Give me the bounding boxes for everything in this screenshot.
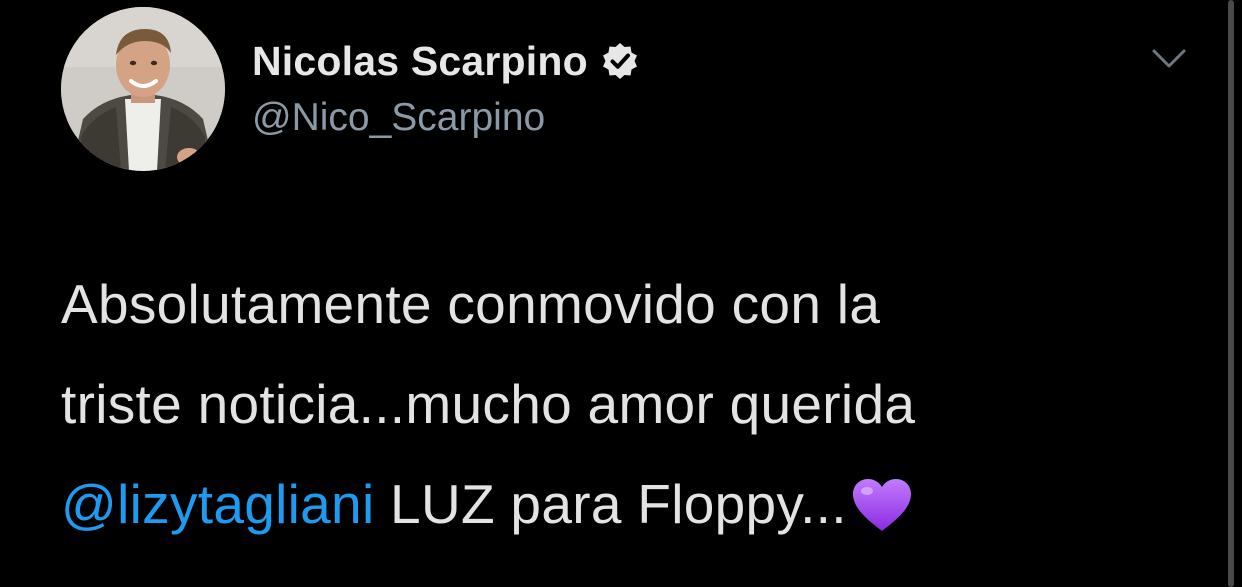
- avatar[interactable]: [61, 7, 225, 171]
- tweet-body: Absolutamente conmovido con la triste no…: [61, 254, 1161, 554]
- purple-heart-icon: [851, 477, 913, 533]
- tweet-card[interactable]: Nicolas Scarpino @Nico_Scarpino Absoluta…: [0, 0, 1222, 587]
- display-name[interactable]: Nicolas Scarpino: [252, 38, 588, 85]
- tweet-text-fragment: LUZ para Floppy...: [374, 473, 847, 535]
- scrollbar[interactable]: [1228, 0, 1234, 587]
- author-handle[interactable]: @Nico_Scarpino: [252, 96, 545, 140]
- verified-badge-icon: [600, 41, 640, 81]
- author-name-row[interactable]: Nicolas Scarpino: [252, 33, 640, 89]
- mention-link[interactable]: @lizytagliani: [61, 473, 374, 535]
- tweet-text-line: Absolutamente conmovido con la: [61, 273, 881, 335]
- tweet-text-line: @lizytagliani LUZ para Floppy...: [61, 454, 1161, 554]
- tweet-text-line: triste noticia...mucho amor querida: [61, 373, 916, 435]
- chevron-down-icon[interactable]: [1150, 44, 1188, 74]
